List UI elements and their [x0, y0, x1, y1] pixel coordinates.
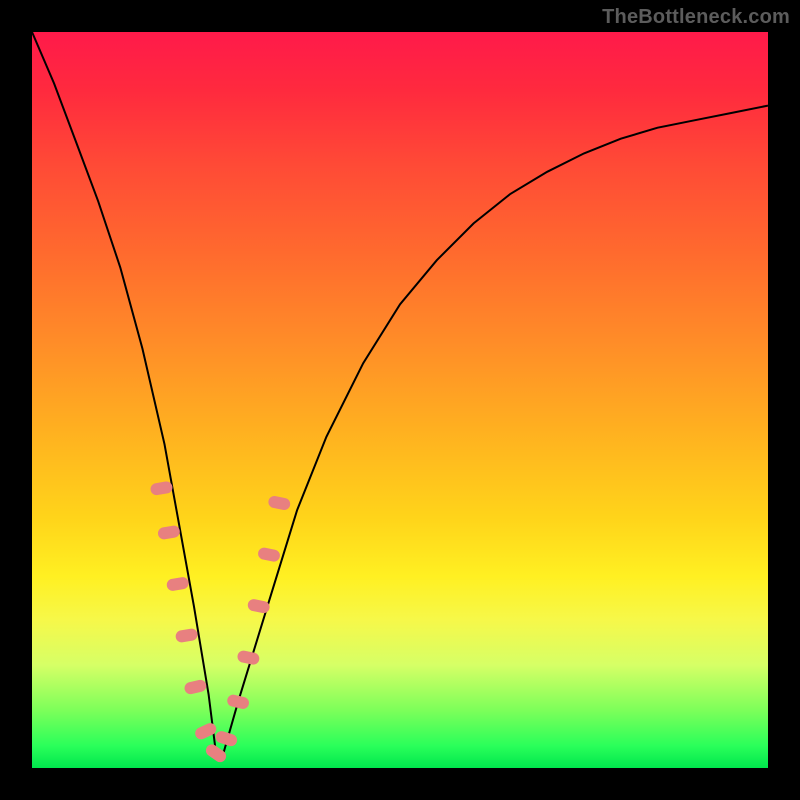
plot-area: [32, 32, 768, 768]
highlight-bead: [183, 679, 207, 696]
watermark-text: TheBottleneck.com: [602, 6, 790, 29]
highlight-bead: [175, 628, 199, 644]
bottleneck-curve: [32, 32, 768, 753]
plot-svg: [32, 32, 768, 768]
highlight-bead: [267, 495, 291, 511]
highlight-bead: [226, 693, 250, 710]
highlight-bead: [247, 598, 271, 614]
highlight-bead: [236, 650, 260, 666]
highlight-bead: [157, 525, 181, 541]
highlight-bead: [166, 576, 190, 592]
highlight-bead: [150, 481, 174, 496]
highlight-bead: [257, 547, 281, 563]
highlight-beads-group: [150, 481, 292, 765]
chart-root: TheBottleneck.com: [0, 0, 800, 800]
